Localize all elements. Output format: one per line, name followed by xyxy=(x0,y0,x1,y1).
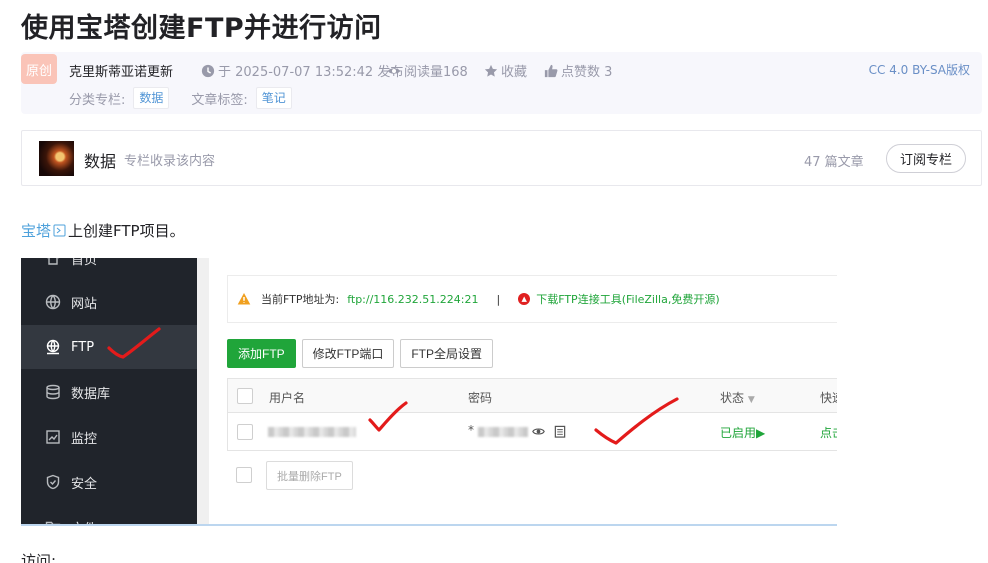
column-thumbnail[interactable] xyxy=(39,141,74,176)
author-link[interactable]: 克里斯蒂亚诺更新 xyxy=(69,61,173,80)
column-header-quick: 快速 xyxy=(820,391,837,405)
publish-time: 于 2025-07-07 13:52:42 发布 xyxy=(201,61,403,80)
ftp-global-settings-button[interactable]: FTP全局设置 xyxy=(400,339,494,368)
quick-action-link[interactable]: 点击 xyxy=(820,424,837,441)
column-card: 数据 专栏收录该内容 47 篇文章 订阅专栏 xyxy=(21,130,982,186)
sidebar-item-label: 首页 xyxy=(71,258,98,268)
download-filezilla-link[interactable]: 下载FTP连接工具(FileZilla,免费开源) xyxy=(536,291,719,307)
column-header-password: 密码 xyxy=(468,391,493,405)
publish-time-text: 于 2025-07-07 13:52:42 发布 xyxy=(218,65,404,80)
annotation-check-icon xyxy=(594,397,679,445)
like-count-text: 点赞数 3 xyxy=(561,65,613,80)
original-badge: 原创 xyxy=(21,54,57,84)
monitor-icon xyxy=(45,429,61,445)
sidebar-item-home[interactable]: 首页 xyxy=(21,258,197,280)
sidebar-item-label: 网站 xyxy=(71,296,98,312)
row-checkbox[interactable] xyxy=(237,424,253,440)
eye-icon[interactable] xyxy=(532,425,545,438)
ftp-address-notice: 当前FTP地址为: ftp://116.232.51.224:21 | ▲ 下载… xyxy=(227,275,837,323)
globe-icon xyxy=(45,294,61,310)
ftp-panel: 当前FTP地址为: ftp://116.232.51.224:21 | ▲ 下载… xyxy=(209,258,837,524)
view-count-text: 阅读量168 xyxy=(404,65,468,80)
article-tag[interactable]: 笔记 xyxy=(255,87,292,109)
bulk-delete-ftp-button[interactable]: 批量删除FTP xyxy=(266,461,353,490)
license-link[interactable]: CC 4.0 BY-SA版权 xyxy=(869,61,970,78)
category-tag[interactable]: 数据 xyxy=(133,87,170,109)
view-count: 阅读量168 xyxy=(387,61,468,80)
annotation-check-icon xyxy=(368,401,408,432)
sidebar-item-files[interactable]: 文件 xyxy=(21,505,197,525)
category-row: 分类专栏: 数据 文章标签: 笔记 xyxy=(69,87,314,109)
eye-icon xyxy=(387,67,401,74)
table-row: * 已启用▶ 点击 xyxy=(228,413,837,451)
password-redacted xyxy=(478,427,528,437)
folder-icon xyxy=(45,519,61,524)
article-title: 使用宝塔创建FTP并进行访问 xyxy=(21,13,382,44)
clock-icon xyxy=(201,64,215,77)
column-description: 专栏收录该内容 xyxy=(124,154,216,169)
sidebar-item-security[interactable]: 安全 xyxy=(21,460,197,504)
ftp-address-label: 当前FTP地址为: xyxy=(261,293,340,306)
database-icon xyxy=(45,384,61,400)
status-header-label: 状态 xyxy=(720,391,745,405)
column-name[interactable]: 数据 xyxy=(84,148,116,172)
home-icon xyxy=(45,258,61,266)
password-mask: * xyxy=(468,423,474,437)
column-article-count: 47 篇文章 xyxy=(804,155,864,170)
status-enabled[interactable]: 已启用▶ xyxy=(720,424,765,441)
ftp-address[interactable]: ftp://116.232.51.224:21 xyxy=(347,293,478,306)
shield-icon xyxy=(45,474,61,490)
table-header: 用户名 密码 状态 ▼ 快速 xyxy=(228,379,837,413)
copy-icon[interactable] xyxy=(554,425,566,438)
intro-text: 上创建FTP项目。 xyxy=(68,222,185,240)
warning-icon xyxy=(237,293,251,305)
next-section-text: 访问: xyxy=(21,552,57,563)
star-icon xyxy=(484,64,498,77)
favorite-label: 收藏 xyxy=(501,65,528,80)
column-header-username: 用户名 xyxy=(269,391,306,405)
change-ftp-port-button[interactable]: 修改FTP端口 xyxy=(301,339,395,368)
sidebar-item-monitor[interactable]: 监控 xyxy=(21,415,197,459)
ftp-globe-icon xyxy=(45,339,61,355)
favorite-button[interactable]: 收藏 xyxy=(484,61,527,80)
subscribe-column-button[interactable]: 订阅专栏 xyxy=(886,144,966,173)
intro-paragraph: 宝塔 上创建FTP项目。 xyxy=(21,220,185,241)
category-label: 分类专栏: xyxy=(69,92,126,108)
sidebar-item-label: FTP xyxy=(71,339,95,355)
embedded-screenshot: 首页 网站 FTP 数据库 监控 安全 文件 当前FT xyxy=(21,258,837,526)
panel-sidebar: 首页 网站 FTP 数据库 监控 安全 文件 xyxy=(21,258,197,525)
column-header-status[interactable]: 状态 ▼ xyxy=(720,389,755,406)
sidebar-item-label: 安全 xyxy=(71,476,98,492)
ftp-toolbar: 添加FTP 修改FTP端口 FTP全局设置 xyxy=(227,339,494,368)
sort-down-icon: ▼ xyxy=(747,395,755,405)
article-meta-box: 原创 克里斯蒂亚诺更新 于 2025-07-07 13:52:42 发布 阅读量… xyxy=(21,52,982,114)
filezilla-icon: ▲ xyxy=(518,293,531,305)
external-link-icon[interactable] xyxy=(53,224,66,237)
like-button[interactable]: 点赞数 3 xyxy=(544,61,612,80)
add-ftp-button[interactable]: 添加FTP xyxy=(227,339,296,368)
annotation-check-icon xyxy=(107,327,161,359)
username-redacted xyxy=(268,427,356,437)
thumbs-up-icon xyxy=(544,64,558,77)
separator: | xyxy=(496,292,501,306)
sidebar-item-label: 文件 xyxy=(71,518,97,525)
select-all-checkbox[interactable] xyxy=(237,388,253,404)
sidebar-item-label: 监控 xyxy=(71,431,98,447)
tags-label: 文章标签: xyxy=(191,92,248,108)
sidebar-item-website[interactable]: 网站 xyxy=(21,280,197,324)
bulk-select-checkbox[interactable] xyxy=(236,467,252,483)
baota-link[interactable]: 宝塔 xyxy=(21,220,51,241)
sidebar-item-database[interactable]: 数据库 xyxy=(21,370,197,414)
ftp-table: 用户名 密码 状态 ▼ 快速 * 已启用▶ 点击 xyxy=(227,378,837,451)
sidebar-item-label: 数据库 xyxy=(71,386,111,402)
